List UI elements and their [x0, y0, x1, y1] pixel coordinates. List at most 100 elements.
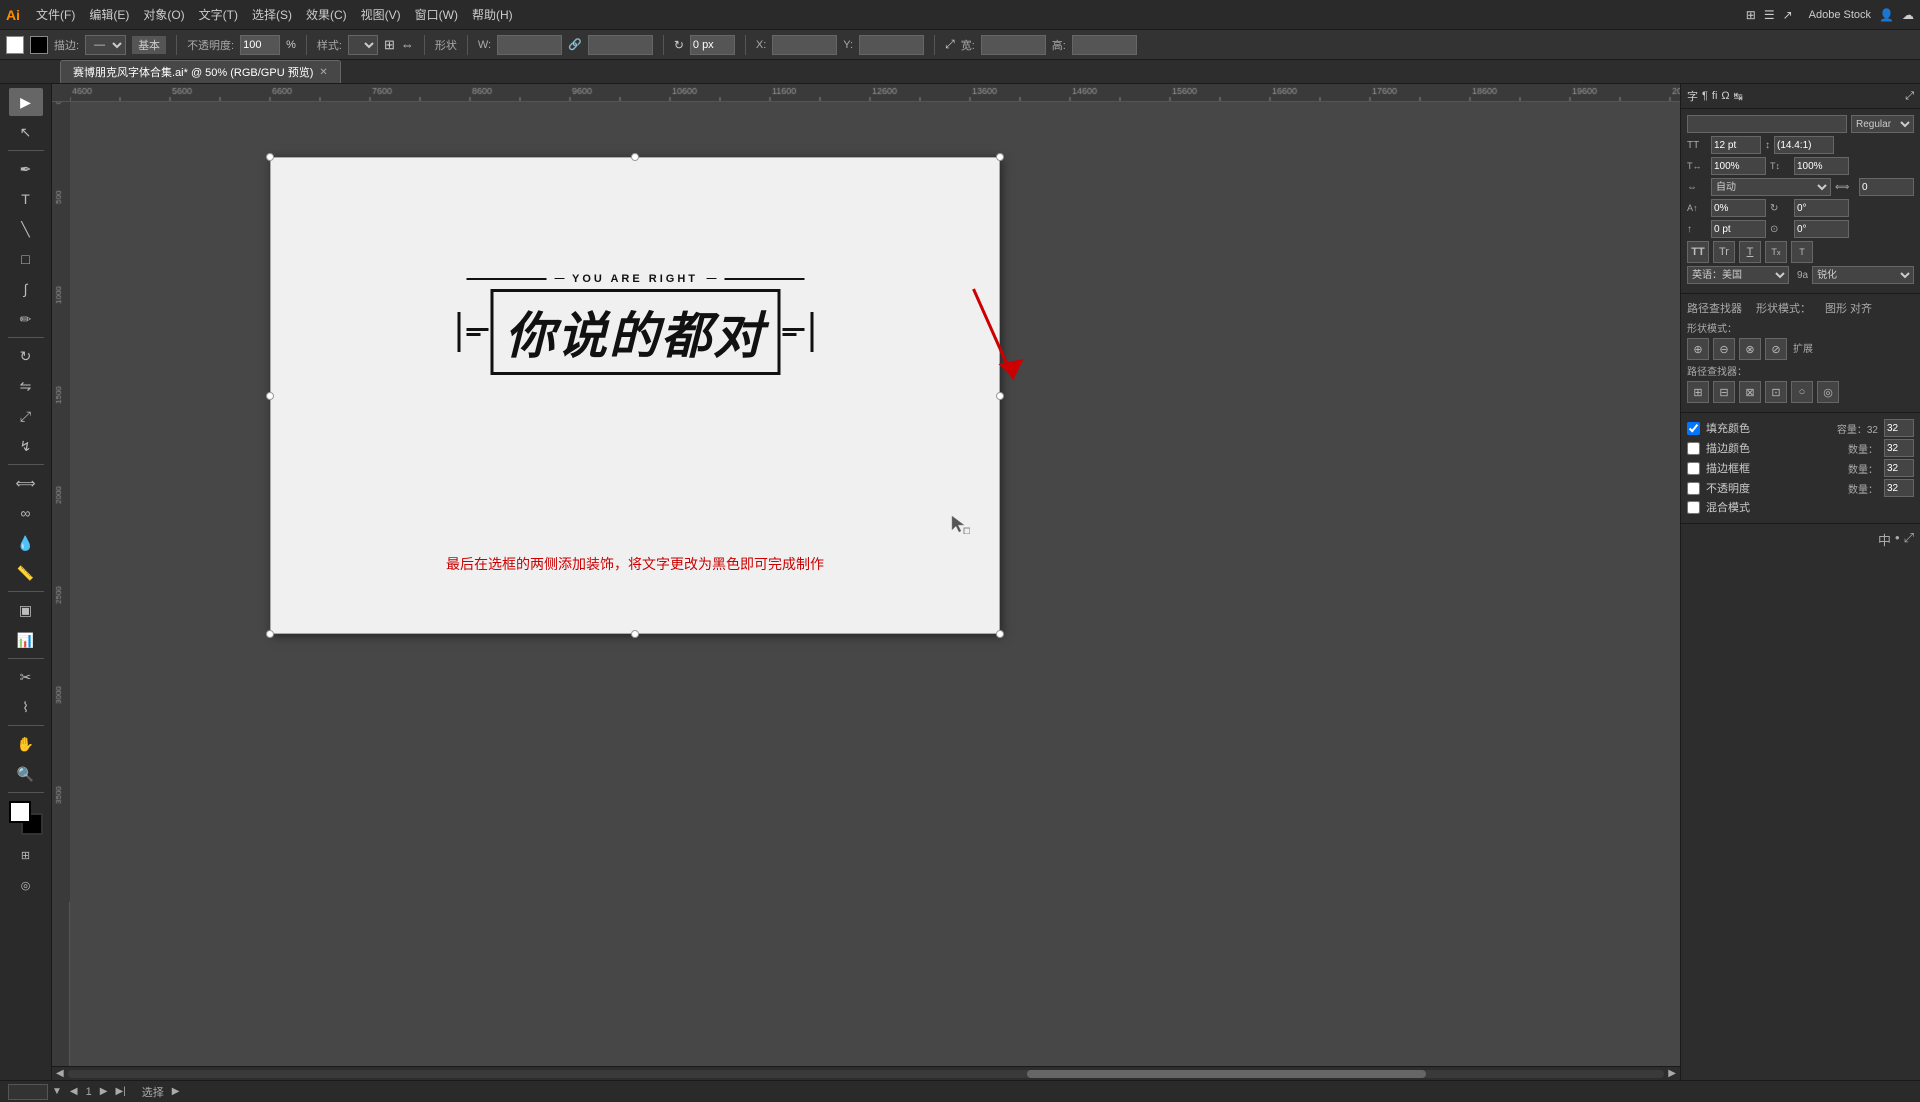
page-next-btn[interactable]: ▶ — [100, 1086, 108, 1097]
warp-tool[interactable]: ↯ — [9, 432, 43, 460]
merge-btn[interactable]: ⊠ — [1739, 381, 1761, 403]
tracking-dropdown[interactable]: 自动 — [1711, 178, 1831, 196]
opacity-input[interactable] — [240, 35, 280, 55]
fill-color-swatch[interactable] — [9, 801, 31, 823]
direct-select-tool[interactable]: ↖ — [9, 118, 43, 146]
h2-input[interactable]: 1248 px — [1072, 35, 1137, 55]
style-dropdown[interactable]: ■ — [348, 35, 378, 55]
tt-bold-btn[interactable]: TT — [1687, 241, 1709, 263]
font-size-input[interactable] — [1711, 136, 1761, 154]
graph-tool[interactable]: 📊 — [9, 626, 43, 654]
crop-btn[interactable]: ⊡ — [1765, 381, 1787, 403]
user-icon[interactable]: 👤 — [1879, 8, 1894, 22]
rotate2-input[interactable] — [1794, 220, 1849, 238]
expand-status-btn[interactable]: ▶ — [172, 1086, 180, 1097]
draw-inside[interactable]: ◎ — [9, 871, 43, 899]
select-tool[interactable]: ▶ — [9, 88, 43, 116]
font-name-input[interactable]: 优设标题黑 Regular — [1687, 115, 1847, 133]
rotate-input-panel[interactable] — [1794, 199, 1849, 217]
color-swatches[interactable] — [9, 801, 43, 835]
menu-help[interactable]: 帮助(H) — [466, 4, 519, 25]
blend-tool[interactable]: ∞ — [9, 499, 43, 527]
zoom-dropdown-btn[interactable]: ▼ — [52, 1086, 62, 1097]
width-tool[interactable]: ⟺ — [9, 469, 43, 497]
zoom-tool[interactable]: 🔍 — [9, 760, 43, 788]
share-icon[interactable]: ↗ — [1783, 8, 1793, 22]
type-tool[interactable]: T — [9, 185, 43, 213]
align-icon[interactable]: ⊞ — [384, 37, 395, 53]
tr-btn[interactable]: Tr — [1713, 241, 1735, 263]
t-sub-btn[interactable]: Tx — [1765, 241, 1787, 263]
scroll-right-btn[interactable]: ▶ — [1668, 1068, 1676, 1079]
language-dropdown[interactable]: 英语：美国 — [1687, 266, 1789, 284]
canvas-container[interactable]: YOU ARE RIGHT — [70, 102, 1680, 1066]
tab-close-icon[interactable]: ✕ — [319, 67, 327, 78]
rotate-input[interactable] — [690, 35, 735, 55]
reflect-tool[interactable]: ⇋ — [9, 372, 43, 400]
menu-edit[interactable]: 编辑(E) — [83, 4, 135, 25]
t-all-caps-btn[interactable]: T — [1791, 241, 1813, 263]
unite-btn[interactable]: ⊕ — [1687, 338, 1709, 360]
w2-input[interactable]: 1904 px — [981, 35, 1046, 55]
exclude-btn[interactable]: ⊘ — [1765, 338, 1787, 360]
line-tool[interactable]: ╲ — [9, 215, 43, 243]
fill-swatch[interactable] — [6, 36, 24, 54]
panel-icon-opentype[interactable]: fi — [1712, 90, 1718, 102]
arrange-icon[interactable]: ⊞ — [1746, 8, 1756, 22]
handle-tl[interactable] — [266, 153, 274, 161]
panel-icon-char[interactable]: 字 — [1687, 88, 1698, 104]
handle-tc[interactable] — [631, 153, 639, 161]
hand-tool[interactable]: ✋ — [9, 730, 43, 758]
menu-window[interactable]: 窗口(W) — [409, 4, 464, 25]
menu-type[interactable]: 文字(T) — [193, 4, 244, 25]
panel-chs-btn[interactable]: 中 — [1878, 530, 1891, 549]
minus-front-btn[interactable]: ⊖ — [1713, 338, 1735, 360]
stroke-color-checkbox[interactable] — [1687, 442, 1700, 455]
scroll-left-btn[interactable]: ◀ — [56, 1068, 64, 1079]
kerning-input[interactable] — [1859, 178, 1914, 196]
blend-checkbox[interactable] — [1687, 501, 1700, 514]
font-style-dropdown[interactable]: Regular — [1851, 115, 1914, 133]
pencil-tool[interactable]: ✏ — [9, 305, 43, 333]
screen-mode[interactable]: ⊞ — [9, 841, 43, 869]
panel-dot-btn[interactable]: • — [1895, 530, 1900, 549]
zoom-input[interactable]: 50% — [8, 1084, 48, 1100]
panel-icon-para[interactable]: ¶ — [1702, 90, 1708, 102]
scissors-tool[interactable]: ✂ — [9, 663, 43, 691]
panel-icon-tabs[interactable]: ↹ — [1734, 90, 1743, 103]
t-btn[interactable]: T — [1739, 241, 1761, 263]
knife-tool[interactable]: ⌇ — [9, 693, 43, 721]
doc-tab-1[interactable]: 赛博朋克风字体合集.ai* @ 50% (RGB/GPU 预览) ✕ — [60, 60, 341, 83]
h-input[interactable]: 1248 px — [588, 35, 653, 55]
stroke-frame-checkbox[interactable] — [1687, 462, 1700, 475]
menu-file[interactable]: 文件(F) — [30, 4, 81, 25]
trim-btn[interactable]: ⊟ — [1713, 381, 1735, 403]
handle-br[interactable] — [996, 630, 1004, 638]
scale-icon[interactable]: ⤢ — [945, 37, 955, 52]
stroke-dropdown[interactable]: — — [85, 35, 126, 55]
gradient-tool[interactable]: ▣ — [9, 596, 43, 624]
handle-tr[interactable] — [996, 153, 1004, 161]
y-input[interactable]: -2073 px — [859, 35, 924, 55]
stroke-swatch[interactable] — [30, 36, 48, 54]
handle-bc[interactable] — [631, 630, 639, 638]
workspace-icon[interactable]: ☰ — [1764, 8, 1775, 22]
measure-tool[interactable]: 📏 — [9, 559, 43, 587]
paintbrush-tool[interactable]: ∫ — [9, 275, 43, 303]
transform-icon[interactable]: ⇔ — [401, 37, 414, 52]
fill-capacity-input[interactable] — [1884, 419, 1914, 437]
shift-input[interactable] — [1711, 220, 1766, 238]
w-input[interactable]: 1904 px — [497, 35, 562, 55]
rect-tool[interactable]: □ — [9, 245, 43, 273]
menu-select[interactable]: 选择(S) — [246, 4, 298, 25]
page-end-btn[interactable]: ▶| — [115, 1086, 125, 1097]
opacity-checkbox[interactable] — [1687, 482, 1700, 495]
outline-btn[interactable]: ○ — [1791, 381, 1813, 403]
panel-icon-glyphs[interactable]: Ω — [1721, 90, 1729, 102]
panel-expand[interactable]: ⤢ — [1905, 90, 1914, 103]
page-prev-btn[interactable]: ◀ — [70, 1086, 78, 1097]
menu-effect[interactable]: 效果(C) — [300, 4, 353, 25]
baseline-input[interactable] — [1711, 199, 1766, 217]
intersect-btn[interactable]: ⊗ — [1739, 338, 1761, 360]
panel-expand-btn[interactable]: ⤢ — [1904, 530, 1914, 549]
